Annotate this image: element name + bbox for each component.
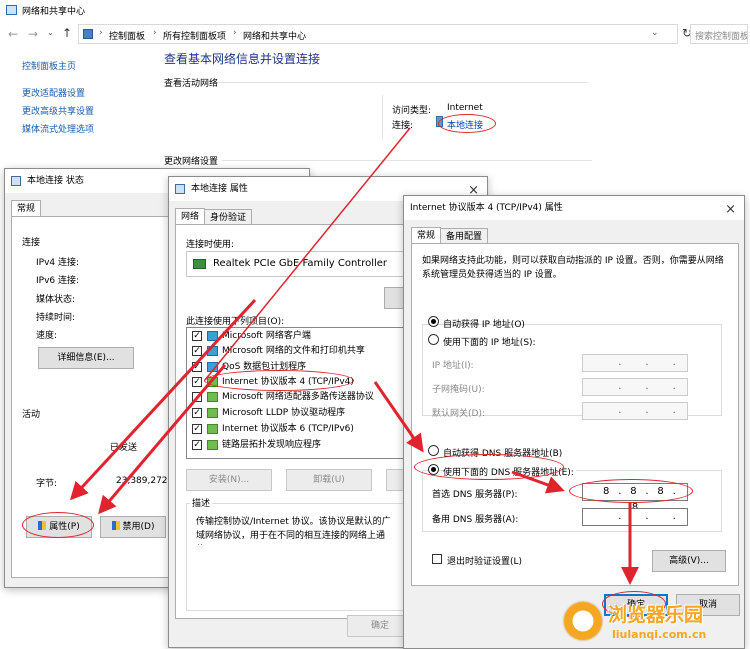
annotation-circle xyxy=(414,454,564,480)
annotation-circle xyxy=(204,370,354,391)
annotation-arrow xyxy=(69,298,257,501)
browser-logo-icon xyxy=(564,602,602,640)
watermark-url: liulanqi.com.cn xyxy=(612,628,707,641)
annotation-circle xyxy=(22,512,94,538)
annotation-arrow xyxy=(373,381,424,453)
annotation-overlay xyxy=(69,127,639,585)
annotation-circle xyxy=(438,114,496,133)
watermark-cn: 浏览器乐园 xyxy=(608,604,704,626)
annotation-arrow xyxy=(98,364,227,515)
annotation-arrow xyxy=(204,127,411,381)
annotation-circle xyxy=(569,479,693,503)
watermark: 浏览器乐园 liulanqi.com.cn xyxy=(560,598,748,648)
